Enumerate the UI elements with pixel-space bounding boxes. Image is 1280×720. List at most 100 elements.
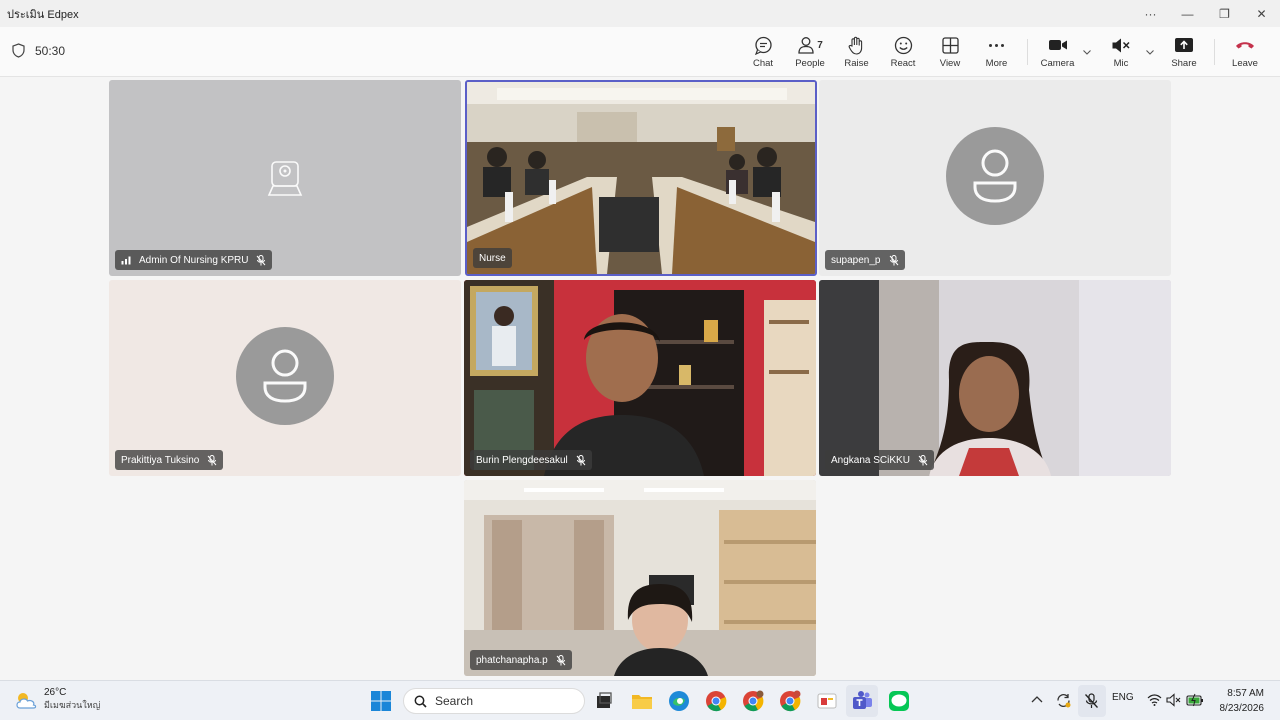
battery-charging-icon[interactable] bbox=[1186, 693, 1204, 707]
minimize-button[interactable]: — bbox=[1169, 0, 1206, 27]
chrome-profile-2-icon[interactable] bbox=[778, 689, 802, 713]
weather-widget[interactable]: 26°C มีเมฆส่วนใหญ่ bbox=[14, 687, 100, 712]
weather-desc: มีเมฆส่วนใหญ่ bbox=[44, 700, 101, 710]
people-button[interactable]: 7 People bbox=[793, 35, 827, 73]
taskbar: 26°C มีเมฆส่วนใหญ่ Search ENG 8:57 AM 8/… bbox=[0, 680, 1280, 720]
camera-options-chevron-icon[interactable] bbox=[1082, 47, 1092, 57]
avatar bbox=[946, 127, 1044, 226]
participant-tile[interactable]: Prakittiya Tuksino bbox=[109, 280, 461, 476]
taskbar-search[interactable]: Search bbox=[403, 688, 585, 714]
participant-tile-active-speaker[interactable]: Nurse bbox=[465, 80, 817, 276]
teams-icon[interactable] bbox=[850, 689, 874, 713]
clock-date: 8/23/2026 bbox=[1219, 703, 1265, 714]
window-controls: ··· — ❐ ✕ bbox=[1132, 0, 1280, 27]
weather-temp: 26°C bbox=[44, 687, 67, 698]
camera-off-icon bbox=[267, 161, 303, 196]
chat-icon bbox=[754, 36, 772, 55]
chat-label: Chat bbox=[752, 58, 774, 69]
share-screen-icon bbox=[1175, 38, 1193, 52]
window-title: ประเมิน Edpex bbox=[7, 8, 79, 21]
mic-label: Mic bbox=[1113, 58, 1129, 69]
file-explorer-icon[interactable] bbox=[630, 689, 654, 713]
mic-options-chevron-icon[interactable] bbox=[1145, 47, 1155, 57]
window-more-button[interactable]: ··· bbox=[1132, 0, 1169, 27]
participant-name: Admin Of Nursing KPRU bbox=[139, 254, 249, 266]
react-button[interactable]: React bbox=[889, 35, 917, 73]
edge-browser-icon[interactable] bbox=[667, 689, 691, 713]
mic-off-icon bbox=[556, 654, 566, 665]
view-label: View bbox=[939, 58, 961, 69]
mic-off-icon bbox=[576, 454, 586, 465]
leave-label: Leave bbox=[1232, 58, 1258, 69]
participant-name: Angkana SCiKKU bbox=[831, 454, 910, 466]
shield-icon bbox=[12, 43, 25, 58]
share-label: Share bbox=[1171, 58, 1197, 69]
people-icon bbox=[798, 37, 814, 54]
more-button[interactable]: More bbox=[983, 35, 1010, 73]
office-video bbox=[464, 480, 816, 676]
participant-name-tag: Admin Of Nursing KPRU bbox=[115, 250, 273, 270]
participant-name-tag: phatchanapha.p bbox=[470, 650, 572, 670]
meeting-toolbar: 50:30 Chat 7 People Raise React View Mor… bbox=[0, 27, 1280, 77]
close-button[interactable]: ✕ bbox=[1243, 0, 1280, 27]
hand-icon bbox=[848, 36, 863, 55]
toolbar-divider bbox=[1027, 39, 1028, 65]
people-label: People bbox=[795, 58, 825, 69]
participant-tile[interactable]: Burin Plengdeesakul bbox=[464, 280, 816, 476]
chrome-profile-icon[interactable] bbox=[741, 689, 765, 713]
participant-tile[interactable]: Angkana SCiKKU bbox=[819, 280, 1171, 476]
chevron-up-icon[interactable] bbox=[1030, 693, 1044, 707]
toolbar-divider bbox=[1214, 39, 1215, 65]
more-dots-icon bbox=[989, 43, 1004, 47]
sync-icon[interactable] bbox=[1055, 692, 1072, 709]
clock-time: 8:57 AM bbox=[1227, 688, 1264, 699]
chrome-icon[interactable] bbox=[704, 689, 728, 713]
meeting-timer: 50:30 bbox=[12, 43, 65, 58]
mic-off-icon bbox=[208, 454, 217, 465]
title-bar: ประเมิน Edpex ··· — ❐ ✕ bbox=[0, 0, 1280, 27]
speaker-muted-icon bbox=[1112, 38, 1130, 52]
windows-start-icon[interactable] bbox=[369, 689, 393, 713]
participant-name: phatchanapha.p bbox=[476, 654, 548, 666]
mic-off-icon bbox=[889, 254, 898, 265]
conference-room-video bbox=[467, 82, 815, 274]
input-language[interactable]: ENG bbox=[1112, 692, 1134, 703]
camera-icon bbox=[1048, 40, 1067, 50]
leave-button[interactable]: Leave bbox=[1230, 35, 1260, 73]
participant-tile[interactable]: phatchanapha.p bbox=[464, 480, 816, 676]
mic-off-icon bbox=[918, 454, 928, 465]
participant-name-tag: Burin Plengdeesakul bbox=[470, 450, 592, 470]
signal-strength-icon bbox=[121, 256, 131, 265]
hang-up-icon bbox=[1236, 42, 1254, 49]
participant-tile[interactable]: Admin Of Nursing KPRU bbox=[109, 80, 461, 276]
participant-name-tag: supapen_p bbox=[825, 250, 905, 270]
view-button[interactable]: View bbox=[937, 35, 963, 73]
system-clock[interactable]: 8:57 AM 8/23/2026 bbox=[1220, 686, 1265, 716]
office-video bbox=[464, 280, 816, 476]
grid-view-icon bbox=[941, 36, 959, 54]
participant-name: Burin Plengdeesakul bbox=[476, 454, 568, 466]
participant-name: supapen_p bbox=[831, 254, 881, 266]
task-view-icon[interactable] bbox=[592, 689, 616, 713]
participant-tile[interactable]: supapen_p bbox=[819, 80, 1171, 276]
presentation-app-icon[interactable] bbox=[815, 689, 839, 713]
volume-muted-icon[interactable] bbox=[1166, 693, 1181, 707]
share-button[interactable]: Share bbox=[1170, 35, 1198, 73]
mic-button[interactable]: Mic bbox=[1108, 35, 1134, 73]
maximize-button[interactable]: ❐ bbox=[1206, 0, 1243, 27]
raise-label: Raise bbox=[844, 58, 869, 69]
partly-cloudy-icon bbox=[16, 692, 37, 709]
mic-off-icon bbox=[257, 254, 266, 265]
person-icon bbox=[263, 349, 307, 403]
line-app-icon[interactable] bbox=[887, 689, 911, 713]
camera-button[interactable]: Camera bbox=[1040, 35, 1075, 73]
participant-name: Nurse bbox=[479, 252, 506, 264]
raise-hand-button[interactable]: Raise bbox=[843, 35, 870, 73]
people-count: 7 bbox=[817, 39, 823, 51]
chat-button[interactable]: Chat bbox=[750, 35, 776, 73]
microphone-muted-icon[interactable] bbox=[1084, 693, 1099, 709]
camera-label: Camera bbox=[1040, 58, 1075, 69]
react-label: React bbox=[890, 58, 916, 69]
participant-name-tag: Nurse bbox=[473, 248, 512, 268]
wifi-icon[interactable] bbox=[1147, 693, 1162, 707]
